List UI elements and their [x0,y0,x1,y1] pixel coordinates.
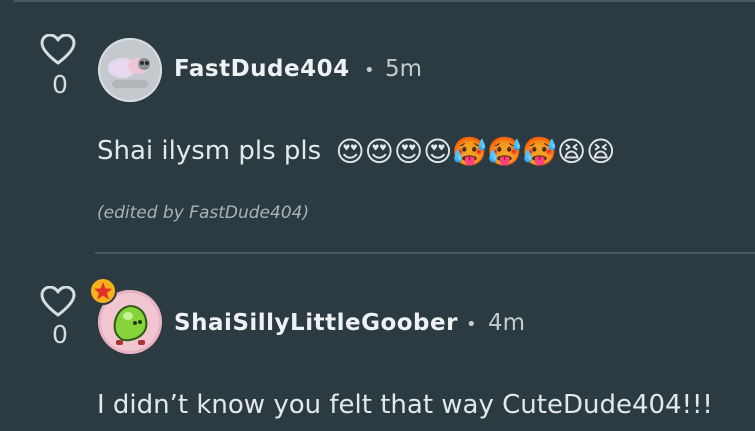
avatar[interactable] [98,38,162,102]
comment-text: Shai ilysm pls pls 😍😍😍😍🥵🥵🥵😫😫 [97,135,615,168]
comment-text-content: Shai ilysm pls pls [97,136,322,166]
comment-timestamp: 4m [488,310,526,336]
comment-text: I didn’t know you felt that way CuteDude… [97,390,713,420]
comment-author[interactable]: ShaiSillyLittleGoober [174,310,458,336]
heart-outline-icon[interactable] [40,286,76,318]
meta-separator: • [466,314,477,335]
like-count: 0 [52,320,68,349]
hot-face-emoji: 🥵 [452,135,488,168]
like-count: 0 [52,70,68,99]
comment-item: 0 ShaiSillyLittleGoober • 4m I didn’t kn… [0,254,755,431]
tired-face-emoji: 😫 [556,135,587,168]
emoji-list: 😍😍😍😍🥵🥵🥵😫😫 [335,135,616,168]
meta-separator: • [364,60,375,81]
tired-face-emoji: 😫 [586,135,616,168]
comment-item: 0 FastDude404 • 5m Shai ilysm pls pls 😍😍… [0,0,755,250]
heart-outline-icon[interactable] [40,34,76,66]
heart-eyes-emoji: 😍 [393,135,424,168]
avatar-image [98,38,162,102]
heart-eyes-emoji: 😍 [423,135,453,168]
comment-author[interactable]: FastDude404 [174,56,350,82]
edited-note: (edited by FastDude404) [97,203,310,223]
hot-face-emoji: 🥵 [487,135,523,168]
star-badge-icon [89,277,117,305]
hot-face-emoji: 🥵 [522,135,557,168]
heart-eyes-emoji: 😍 [364,135,394,168]
comment-timestamp: 5m [385,56,423,82]
heart-eyes-emoji: 😍 [335,135,365,168]
